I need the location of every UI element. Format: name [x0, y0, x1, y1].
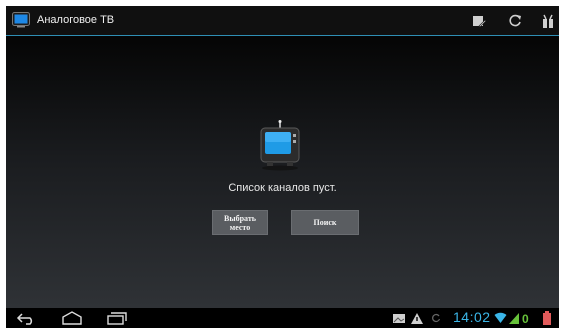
wifi-icon — [494, 312, 507, 323]
clock: 14:02 — [453, 309, 491, 325]
tv-illustration-icon — [260, 120, 300, 171]
gallery-notification-icon[interactable] — [392, 310, 406, 326]
tv-icon[interactable] — [12, 12, 30, 28]
search-button[interactable]: Поиск — [291, 210, 359, 235]
antenna-settings-icon[interactable] — [540, 13, 556, 29]
edit-list-icon[interactable] — [471, 13, 487, 29]
home-icon[interactable] — [61, 310, 83, 326]
recent-apps-icon[interactable] — [106, 310, 128, 326]
choose-place-button[interactable]: Выбрать место — [212, 210, 268, 235]
warning-notification-icon[interactable] — [410, 310, 424, 326]
device-frame: Аналоговое ТВ Список каналов пуст. Выбра… — [0, 0, 565, 334]
screen: Аналоговое ТВ Список каналов пуст. Выбра… — [6, 6, 559, 328]
system-bar: 14:02 0 — [6, 308, 559, 328]
action-bar: Аналоговое ТВ — [6, 6, 559, 35]
app-title: Аналоговое ТВ — [37, 14, 115, 26]
battery-icon — [543, 311, 551, 325]
back-icon[interactable] — [16, 310, 36, 326]
signal-icon — [509, 313, 519, 324]
content-area: Список каналов пуст. Выбрать место Поиск — [6, 36, 559, 308]
sync-icon — [432, 313, 441, 323]
refresh-icon[interactable] — [507, 13, 523, 29]
svg-text:0: 0 — [522, 312, 529, 326]
empty-channel-list-message: Список каналов пуст. — [228, 182, 337, 194]
data-indicator-icon: 0 — [522, 312, 529, 326]
